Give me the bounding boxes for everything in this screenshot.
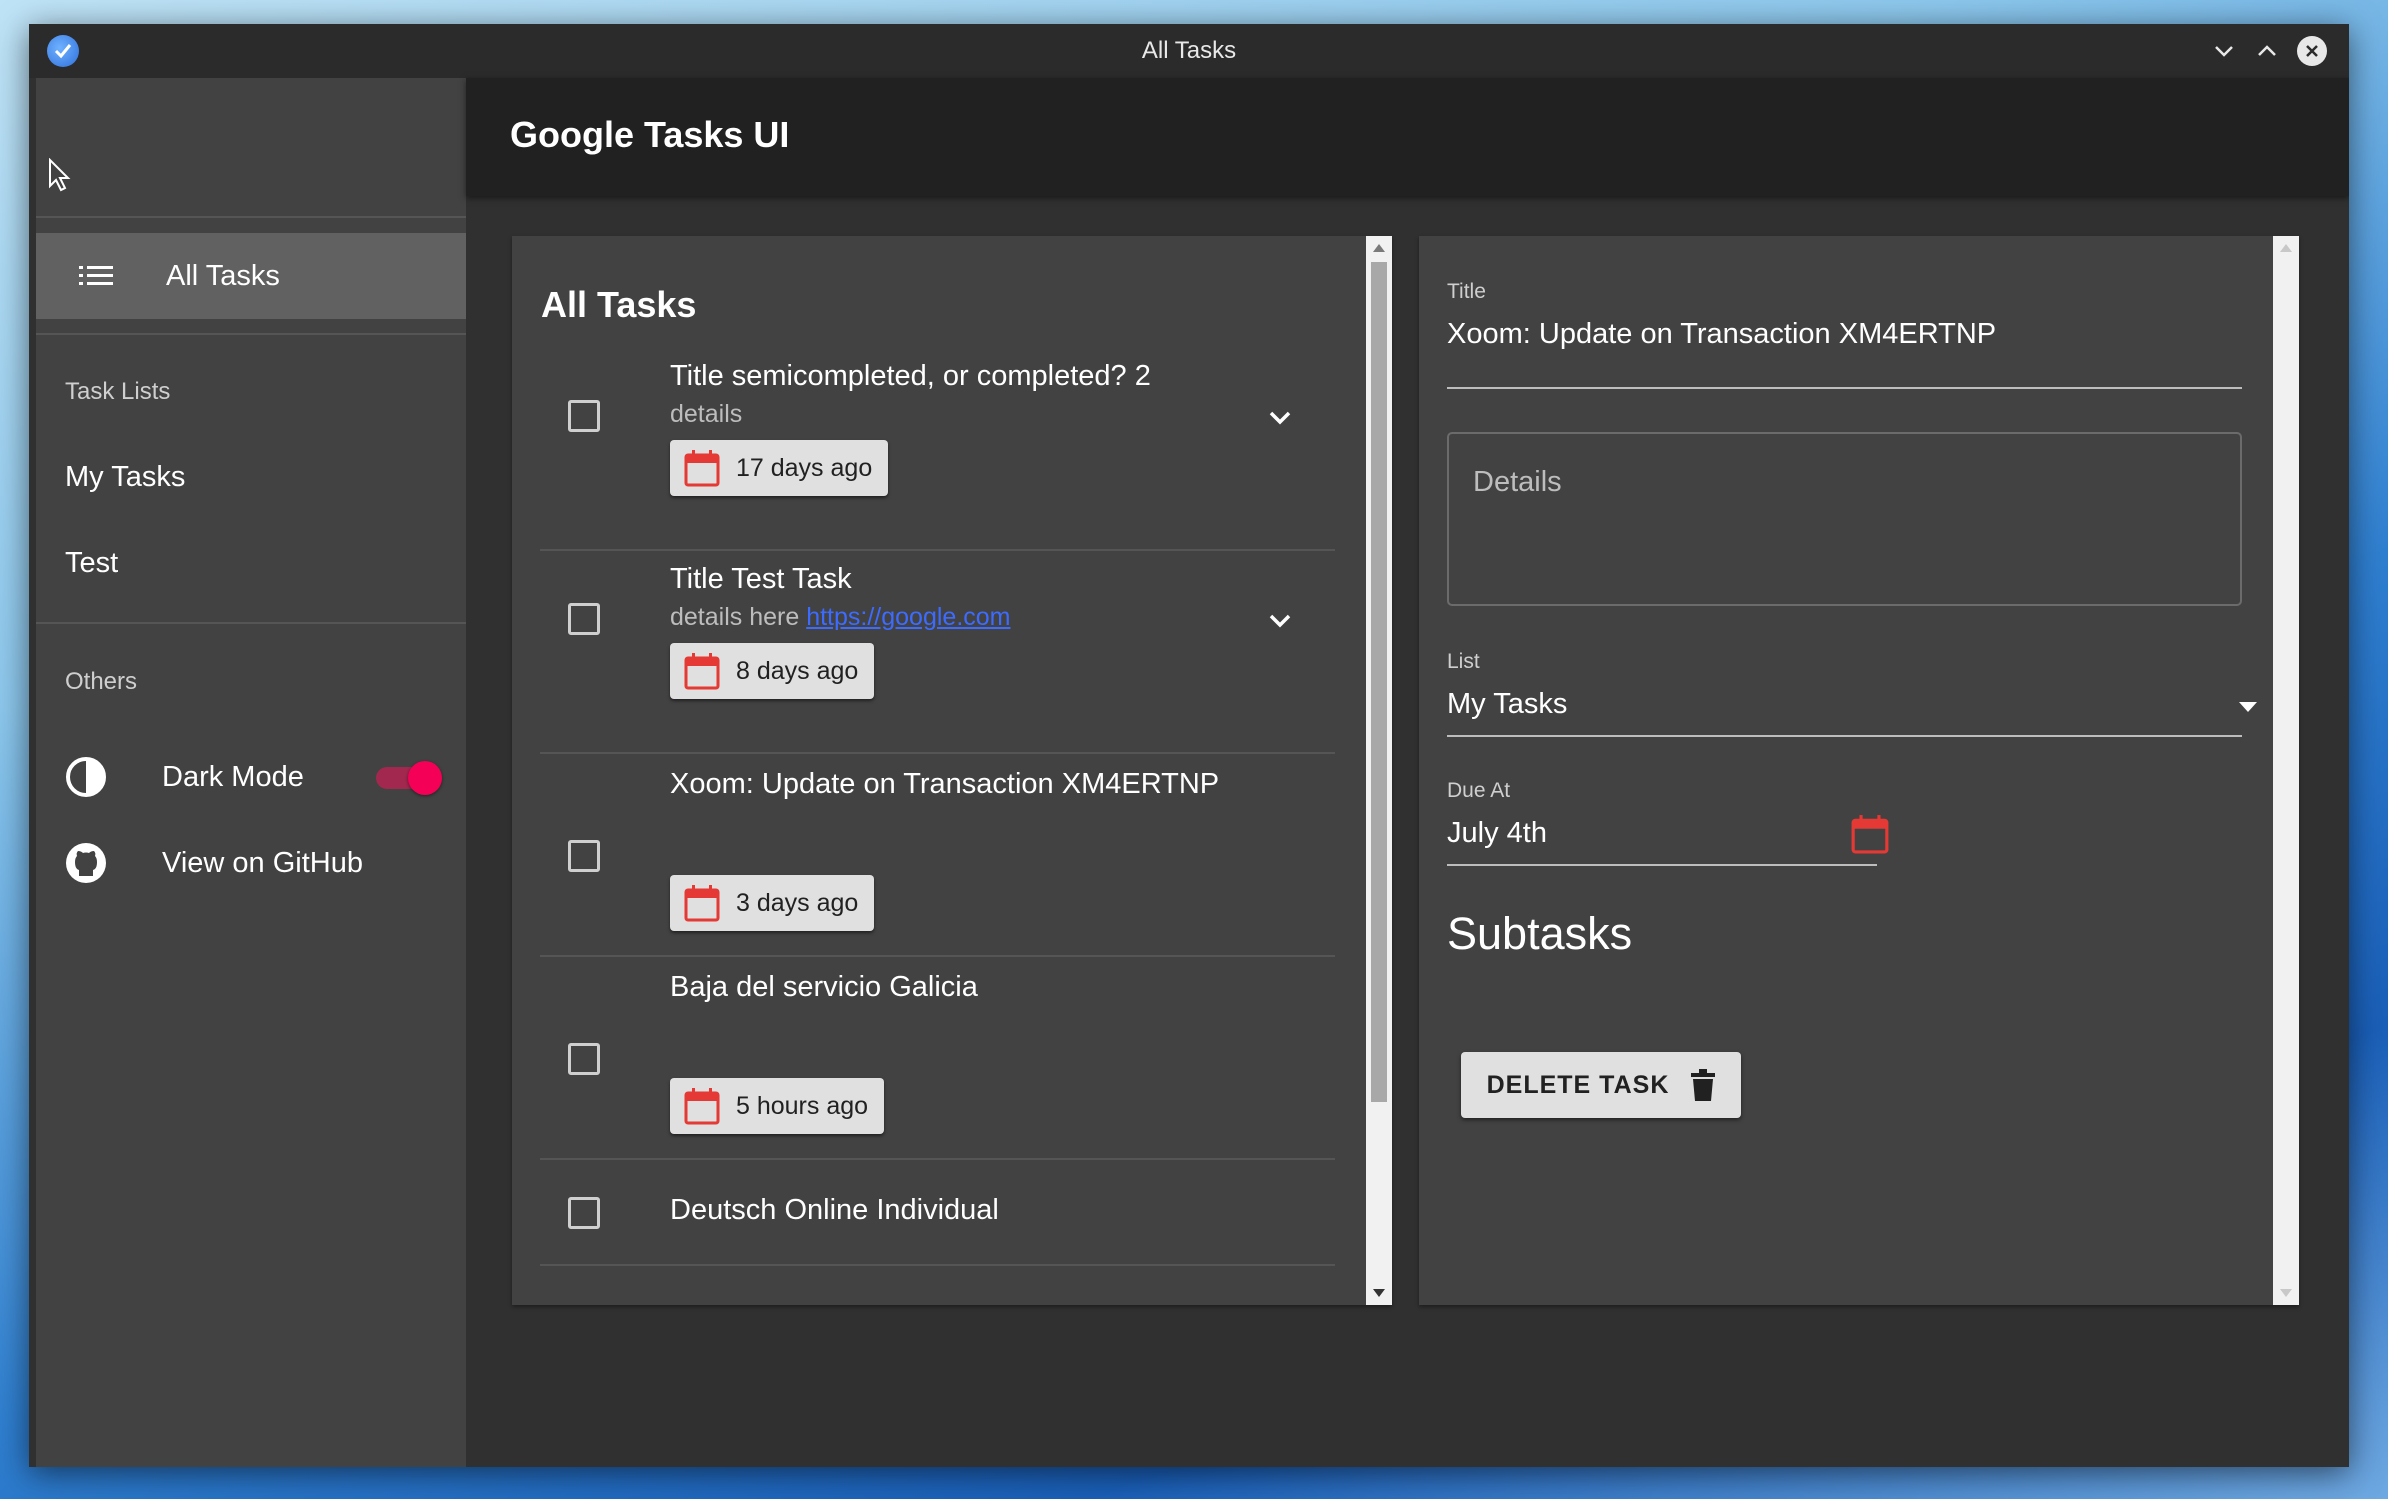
scroll-up-icon[interactable] — [2280, 244, 2292, 252]
delete-task-label: DELETE TASK — [1486, 1070, 1670, 1099]
details-scrollbar[interactable] — [2273, 236, 2299, 1305]
due-field-label: Due At — [1447, 779, 1511, 802]
task-details-text: details here — [670, 603, 807, 631]
task-item[interactable]: Title Test Task details here https://goo… — [540, 551, 1335, 754]
calendar-icon — [684, 449, 720, 487]
close-icon[interactable] — [2297, 36, 2327, 66]
window-title: All Tasks — [1141, 37, 1237, 64]
others-header: Others — [65, 668, 138, 695]
mouse-cursor-icon — [49, 158, 71, 192]
calendar-icon — [684, 1087, 720, 1125]
dark-mode-toggle[interactable] — [376, 761, 442, 795]
due-text: 17 days ago — [736, 453, 873, 482]
dark-mode-row[interactable]: Dark Mode — [36, 734, 466, 820]
due-chip[interactable]: 8 days ago — [670, 643, 875, 699]
task-details: details here https://google.com — [670, 603, 1011, 632]
sidebar-divider — [36, 622, 466, 624]
task-checkbox[interactable] — [568, 1043, 600, 1075]
sidebar: All Tasks Task Lists My Tasks Test Other… — [36, 78, 466, 1467]
maximize-icon[interactable] — [2250, 34, 2284, 68]
calendar-icon — [684, 884, 720, 922]
delete-task-button[interactable]: DELETE TASK — [1461, 1052, 1741, 1118]
due-text: 5 hours ago — [736, 1091, 869, 1120]
list-select-underline — [1447, 735, 2242, 737]
sidebar-divider — [36, 333, 466, 335]
due-chip[interactable]: 17 days ago — [670, 440, 889, 496]
sidebar-header — [36, 78, 466, 218]
toggle-knob — [408, 761, 442, 795]
trash-icon — [1691, 1069, 1716, 1101]
app-bar: Google Tasks UI — [466, 78, 2349, 196]
tasks-heading: All Tasks — [541, 284, 697, 325]
task-item[interactable]: Xoom: Update on Transaction XM4ERTNP 3 d… — [540, 754, 1335, 957]
task-title: Xoom: Update on Transaction XM4ERTNP — [670, 768, 1220, 800]
details-field[interactable]: Details — [1447, 432, 2242, 606]
task-item[interactable]: Deutsch Online Individual — [540, 1160, 1335, 1266]
scroll-down-icon[interactable] — [2280, 1289, 2292, 1297]
due-text: 8 days ago — [736, 656, 859, 685]
task-checkbox[interactable] — [568, 1197, 600, 1229]
scroll-up-icon[interactable] — [1373, 244, 1385, 252]
title-field-label: Title — [1447, 280, 1486, 303]
task-lists-header: Task Lists — [65, 378, 171, 405]
title-field-underline — [1447, 387, 2242, 389]
minimize-icon[interactable] — [2207, 34, 2241, 68]
task-checkbox[interactable] — [568, 603, 600, 635]
task-title: Title semicompleted, or completed? 2 — [670, 360, 1151, 392]
task-title: Title Test Task — [670, 563, 852, 595]
task-details: details — [670, 400, 743, 428]
details-placeholder: Details — [1473, 466, 1562, 498]
scroll-down-icon[interactable] — [1373, 1289, 1385, 1297]
list-icon — [66, 264, 126, 288]
github-label: View on GitHub — [162, 846, 363, 879]
task-title: Deutsch Online Individual — [670, 1194, 999, 1226]
due-field-underline — [1447, 864, 1877, 866]
task-details-link[interactable]: https://google.com — [806, 603, 1010, 631]
app-window: All Tasks All Tasks Task Lists My Tasks … — [29, 24, 2349, 1467]
due-chip[interactable]: 5 hours ago — [670, 1078, 885, 1134]
list-select[interactable]: My Tasks — [1447, 688, 1567, 721]
github-icon — [36, 842, 156, 884]
contrast-icon — [36, 756, 156, 798]
task-details-panel: Title Xoom: Update on Transaction XM4ERT… — [1419, 236, 2299, 1305]
app-title: Google Tasks UI — [510, 114, 790, 155]
sidebar-item-label: All Tasks — [166, 259, 280, 292]
sidebar-item-my-tasks[interactable]: My Tasks — [65, 461, 185, 494]
dark-mode-label: Dark Mode — [162, 760, 304, 793]
task-checkbox[interactable] — [568, 840, 600, 872]
tasks-panel: All Tasks Title semicompleted, or comple… — [512, 236, 1392, 1305]
task-checkbox[interactable] — [568, 400, 600, 432]
sidebar-item-all-tasks[interactable]: All Tasks — [36, 233, 466, 319]
task-title: Baja del servicio Galicia — [670, 971, 978, 1003]
calendar-icon — [684, 652, 720, 690]
chevron-down-icon[interactable] — [1268, 410, 1292, 426]
task-item[interactable]: Title semicompleted, or completed? 2 det… — [540, 348, 1335, 551]
due-text: 3 days ago — [736, 888, 859, 917]
list-field-label: List — [1447, 650, 1480, 673]
tasks-scrollbar[interactable] — [1366, 236, 1392, 1305]
title-field-input[interactable]: Xoom: Update on Transaction XM4ERTNP — [1447, 318, 1996, 351]
scroll-thumb[interactable] — [1371, 262, 1387, 1102]
sidebar-item-test[interactable]: Test — [65, 547, 118, 580]
subtasks-heading: Subtasks — [1447, 908, 1633, 959]
due-chip[interactable]: 3 days ago — [670, 875, 875, 931]
window-titlebar: All Tasks — [29, 24, 2349, 78]
task-item[interactable]: Baja del servicio Galicia 5 hours ago — [540, 957, 1335, 1160]
github-link[interactable]: View on GitHub — [36, 820, 466, 906]
dropdown-arrow-icon[interactable] — [2239, 702, 2257, 712]
calendar-icon[interactable] — [1851, 814, 1889, 854]
chevron-down-icon[interactable] — [1268, 613, 1292, 629]
due-date-input[interactable]: July 4th — [1447, 817, 1547, 850]
